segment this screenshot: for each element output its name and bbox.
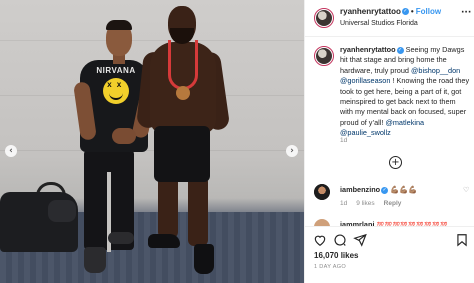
comment-like-heart-icon[interactable]: ♡ xyxy=(463,186,469,194)
mention-link[interactable]: @matlekina xyxy=(385,118,424,127)
post-photo[interactable]: NIRVANA ‹ › xyxy=(0,0,304,283)
man-shoe-left xyxy=(84,247,106,273)
smiley-graphic xyxy=(103,78,129,104)
comment-likes[interactable]: 9 likes xyxy=(356,200,374,207)
carousel-next-button[interactable]: › xyxy=(286,145,298,157)
chevron-left-icon: ‹ xyxy=(9,146,13,156)
post-date[interactable]: 1 DAY AGO xyxy=(314,264,346,270)
avatar[interactable] xyxy=(314,8,334,28)
separator-dot: • xyxy=(410,7,414,16)
comment-icon[interactable] xyxy=(333,233,347,247)
header-username-row: ryanhenrytattoo ✓ • Follow xyxy=(340,7,441,16)
wall-line xyxy=(0,40,304,41)
caption-text: ryanhenrytattoo ✓ Seeing my Dawgs hit tha… xyxy=(340,45,470,139)
location-link[interactable]: Universal Studios Florida xyxy=(340,20,418,27)
bookmark-icon[interactable] xyxy=(455,233,469,247)
chevron-right-icon: › xyxy=(290,146,294,156)
man-shoe-right xyxy=(108,232,134,244)
verified-badge-icon: ✓ xyxy=(396,46,404,54)
avatar-image xyxy=(316,48,332,64)
comment-avatar[interactable] xyxy=(314,184,330,200)
post-actions: 16,070 likes 1 DAY AGO xyxy=(305,226,474,283)
medal-icon xyxy=(176,86,190,100)
verified-badge-icon: ✓ xyxy=(381,186,389,194)
medal-ribbon xyxy=(168,40,198,90)
post-header: ryanhenrytattoo ✓ • Follow Universal Studio… xyxy=(305,0,474,37)
mention-link[interactable]: @bishop__don xyxy=(411,66,460,75)
comment-timestamp[interactable]: 1d xyxy=(340,200,347,207)
shirt-graphic: NIRVANA xyxy=(94,66,138,112)
bodybuilder-shoe-right xyxy=(194,244,214,274)
follow-button[interactable]: Follow xyxy=(416,7,441,16)
reply-button[interactable]: Reply xyxy=(384,200,402,207)
share-icon[interactable] xyxy=(353,233,367,247)
plus-circle-icon[interactable]: + xyxy=(389,156,402,169)
mention-link[interactable]: @paulie_swollz xyxy=(340,128,391,137)
bodybuilder-shoe-left xyxy=(148,234,180,248)
comment-body: 💪🏽💪🏽💪🏽 xyxy=(390,185,418,194)
bodybuilder-trunks xyxy=(154,126,210,182)
verified-badge-icon: ✓ xyxy=(401,8,409,16)
man-hair xyxy=(106,20,132,30)
comment-username[interactable]: iambenzino xyxy=(340,185,380,194)
bodybuilder-leg-right xyxy=(188,176,208,246)
mention-link[interactable]: @gorillaseason xyxy=(340,76,390,85)
avatar-image xyxy=(316,10,332,26)
man-hands xyxy=(112,128,136,144)
caption-avatar[interactable] xyxy=(314,46,334,66)
more-horizontal-icon[interactable]: ··· xyxy=(461,8,471,18)
username-link[interactable]: ryanhenrytattoo xyxy=(340,7,401,16)
carousel-prev-button[interactable]: ‹ xyxy=(5,145,17,157)
post-side-panel: ryanhenrytattoo ✓ • Follow Universal Studio… xyxy=(304,0,474,283)
caption-username[interactable]: ryanhenrytattoo xyxy=(340,45,396,54)
likes-count[interactable]: 16,070 likes xyxy=(314,251,358,260)
heart-icon[interactable] xyxy=(313,233,327,247)
wall-line xyxy=(0,150,304,151)
avatar-image xyxy=(314,184,330,200)
comment-text: iambenzino ✓ 💪🏽💪🏽💪🏽 xyxy=(340,185,417,194)
comment-meta: 1d 9 likes Reply xyxy=(340,200,410,207)
backpack-pocket xyxy=(48,200,76,222)
bodybuilder-leg-left xyxy=(158,176,178,238)
caption-timestamp[interactable]: 1d xyxy=(340,137,347,144)
shirt-text: NIRVANA xyxy=(96,66,136,75)
caption-body: Seeing my Dawgs hit that stage and bring… xyxy=(340,45,469,137)
